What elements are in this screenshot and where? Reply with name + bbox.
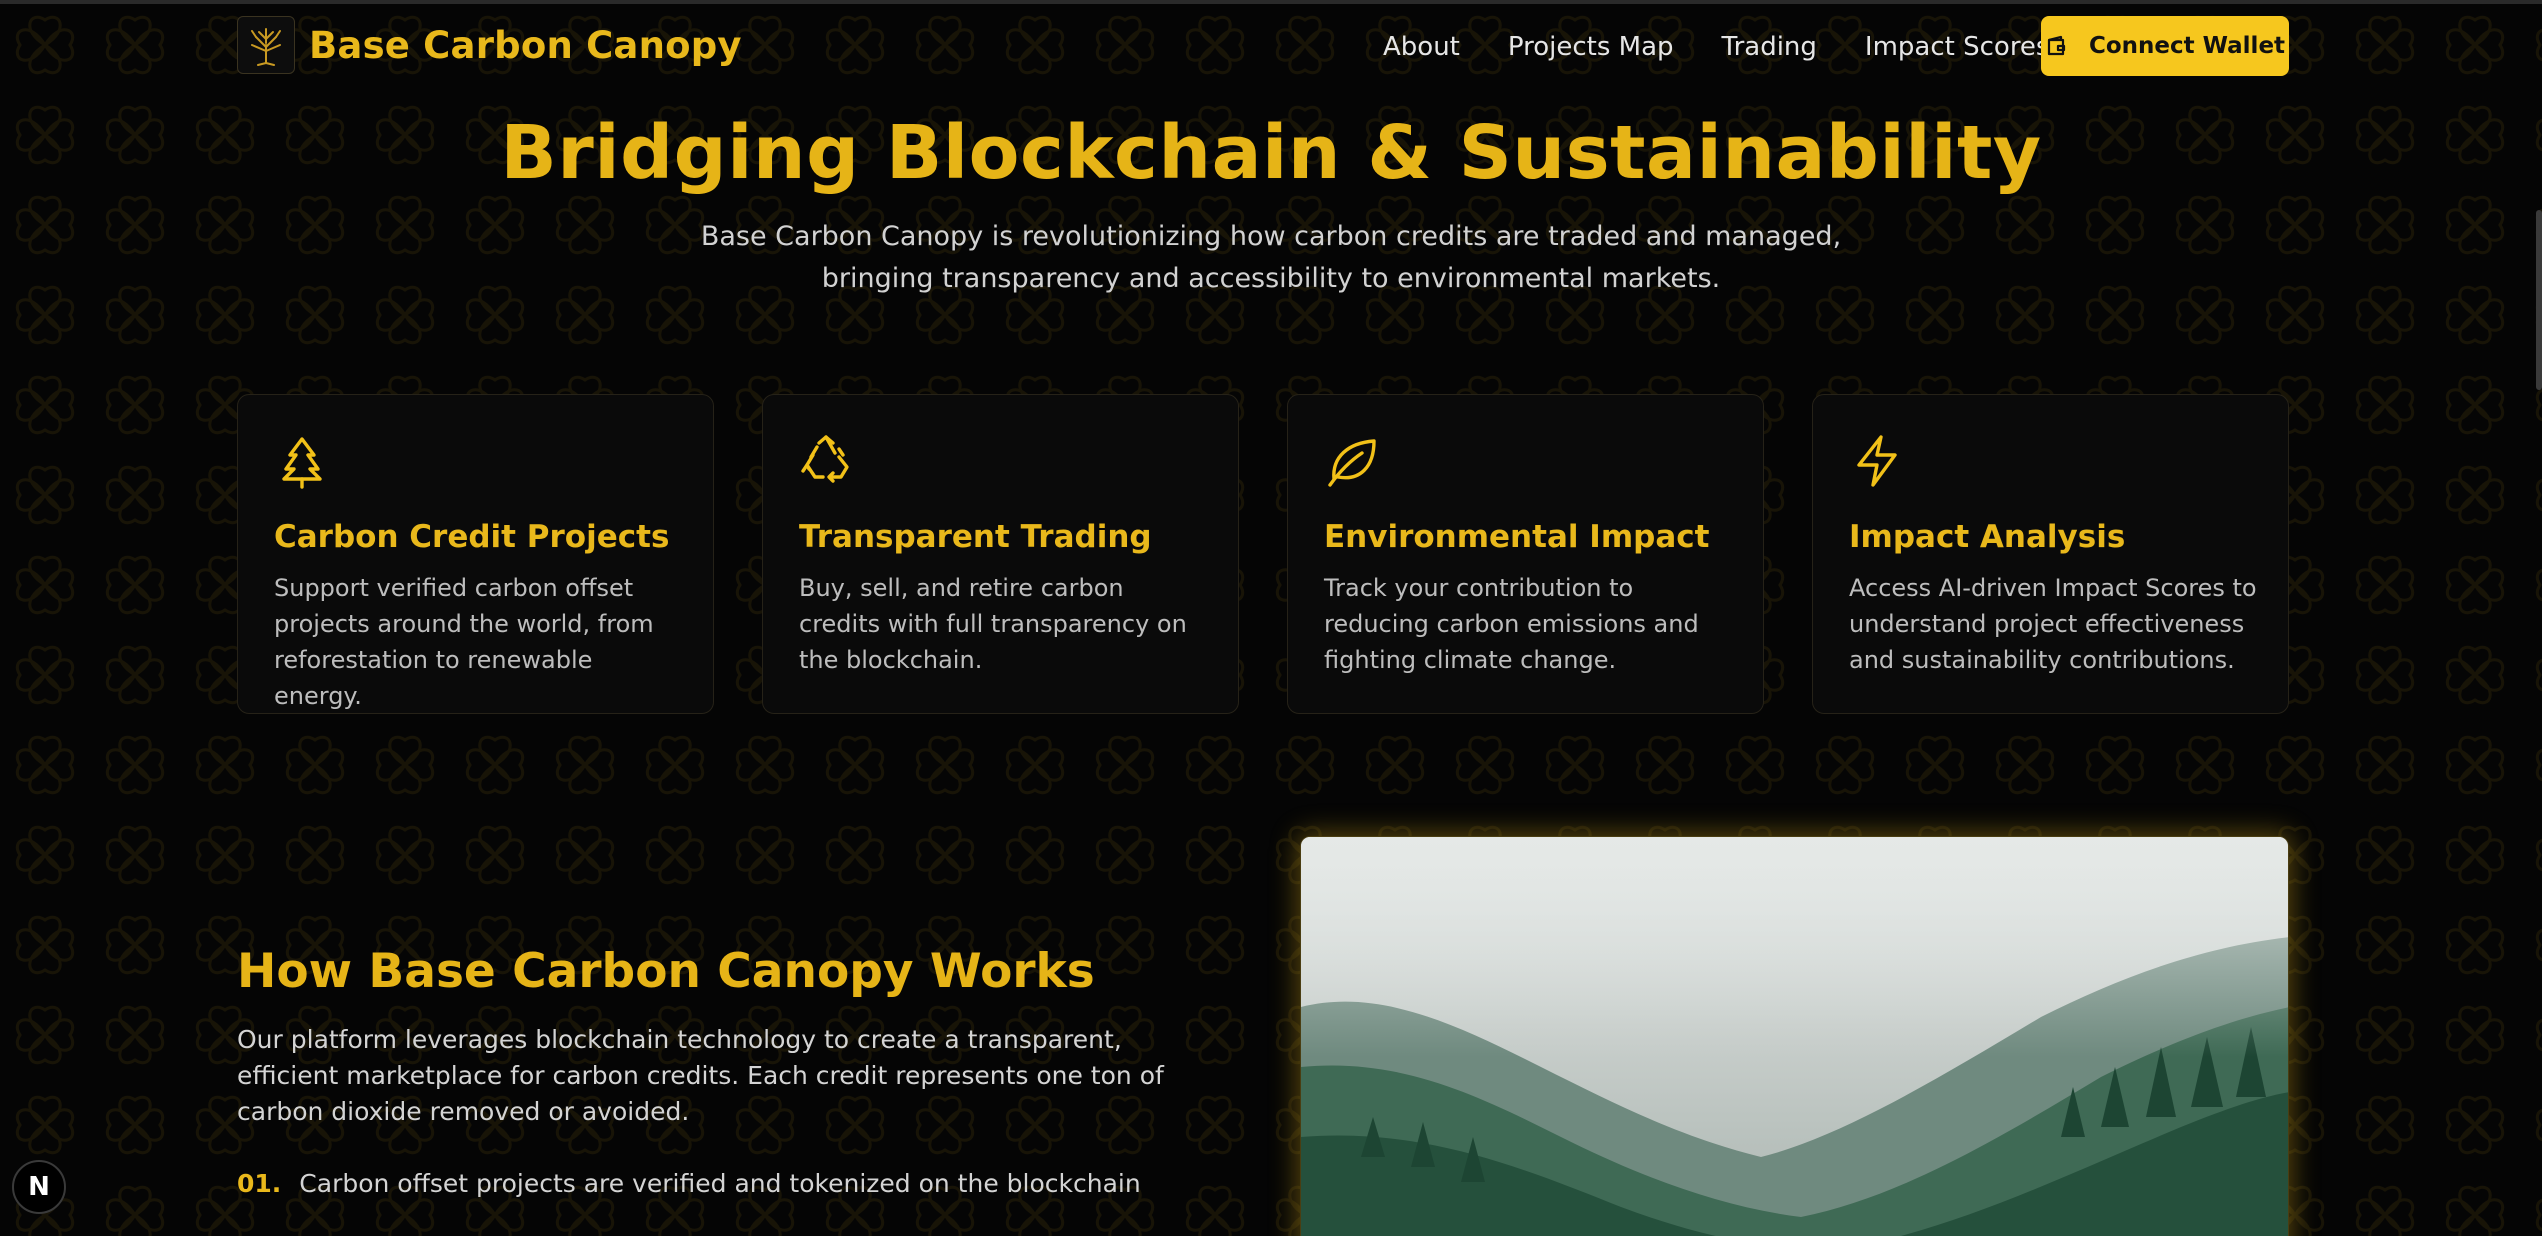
feature-title: Environmental Impact [1324, 519, 1710, 555]
how-it-works-text: Our platform leverages blockchain techno… [237, 1025, 1164, 1126]
lightning-icon [1857, 435, 1897, 487]
feature-card-transparent-trading: Transparent Trading Buy, sell, and retir… [762, 394, 1239, 714]
feature-text: Track your contribution to reducing carb… [1324, 574, 1699, 674]
tree-icon [282, 437, 322, 489]
misty-forest-image [1300, 836, 2289, 1236]
how-it-works-title: How Base Carbon Canopy Works [237, 944, 1095, 999]
nav-projects-map[interactable]: Projects Map [1508, 32, 1674, 62]
wallet-icon [2047, 35, 2066, 56]
hero-subtitle: Base Carbon Canopy is revolutionizing ho… [671, 216, 1871, 300]
feature-title: Transparent Trading [799, 519, 1152, 555]
feature-card-impact-analysis: Impact Analysis Access AI-driven Impact … [1812, 394, 2289, 714]
top-edge [0, 0, 2542, 4]
feature-title: Carbon Credit Projects [274, 519, 670, 555]
next-badge-letter: N [28, 1172, 50, 1202]
page-scrollbar[interactable] [2536, 210, 2542, 390]
feature-text: Buy, sell, and retire carbon credits wit… [799, 574, 1187, 674]
leaf-icon [1328, 439, 1376, 487]
hero-subtitle-line-2: bringing transparency and accessibility … [821, 263, 1721, 294]
main-nav: About Projects Map Trading Impact Scores [1383, 32, 2097, 62]
step-item: 01. Carbon offset projects are verified … [237, 1169, 1141, 1198]
next-dev-badge[interactable]: N [12, 1160, 66, 1214]
connect-wallet-label: Connect Wallet [2088, 33, 2286, 59]
nav-impact-scores[interactable]: Impact Scores [1865, 32, 2050, 62]
logo-tree-icon [237, 16, 295, 74]
hero-title: Bridging Blockchain & Sustainability [500, 110, 2042, 196]
feature-card-environmental-impact: Environmental Impact Track your contribu… [1287, 394, 1764, 714]
hero-subtitle-line-1: Base Carbon Canopy is revolutionizing ho… [700, 221, 1842, 252]
feature-text: Support verified carbon offset projects … [274, 574, 654, 710]
feature-title: Impact Analysis [1849, 519, 2126, 555]
nav-about[interactable]: About [1383, 32, 1460, 62]
site-header: Base Carbon Canopy About Projects Map Tr… [0, 14, 2542, 78]
recycle-icon [801, 435, 849, 483]
feature-card-carbon-credit-projects: Carbon Credit Projects Support verified … [237, 394, 714, 714]
brand-name: Base Carbon Canopy [309, 23, 742, 67]
brand[interactable]: Base Carbon Canopy [237, 16, 742, 74]
nav-trading[interactable]: Trading [1722, 32, 1817, 62]
step-number: 01. [237, 1169, 282, 1198]
connect-wallet-button[interactable]: Connect Wallet [2041, 16, 2289, 76]
step-text: Carbon offset projects are verified and … [299, 1169, 1141, 1198]
feature-text: Access AI-driven Impact Scores to unders… [1849, 574, 2257, 674]
